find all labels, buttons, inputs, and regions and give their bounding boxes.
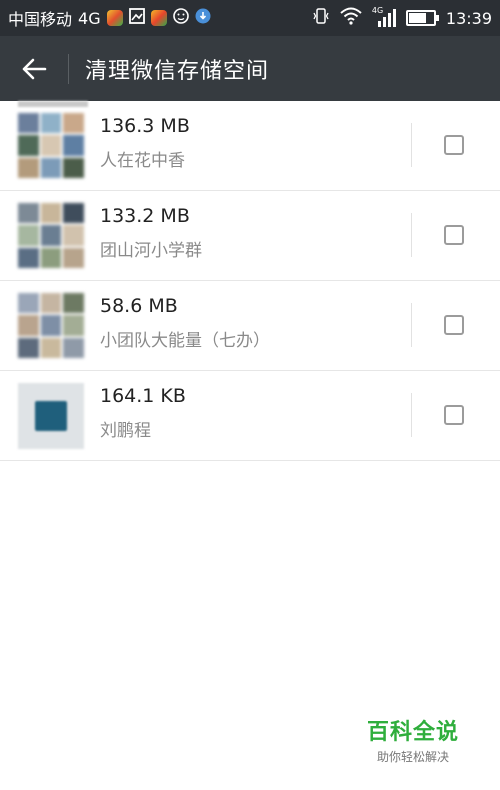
select-checkbox[interactable] [444,315,464,335]
select-checkbox[interactable] [444,135,464,155]
battery-level [408,13,426,23]
row-divider [411,123,412,167]
storage-size: 58.6 MB [100,295,178,317]
select-checkbox[interactable] [444,405,464,425]
chat-name: 小团队大能量（七办） [100,331,270,351]
item-meta: 58.6 MB 小团队大能量（七办） [100,295,270,351]
wifi-icon [340,7,362,29]
contact-avatar [18,382,84,449]
app-bar: 清理微信存储空间 [0,36,500,101]
list-item[interactable]: 136.3 MB 人在花中香 [0,101,500,191]
list-item[interactable]: 133.2 MB 团山河小学群 [0,191,500,281]
item-meta: 164.1 KB 刘鹏程 [100,385,186,441]
status-bar-left: 中国移动 4G [8,6,211,30]
group-avatar [18,202,84,269]
storage-size: 133.2 MB [100,205,190,227]
carrier-label: 中国移动 [8,10,73,29]
download-notification-icon [195,8,211,28]
page-title: 清理微信存储空间 [85,58,270,84]
clock: 13:39 [445,8,492,28]
status-bar: 中国移动 4G 4G 13:39 [0,0,500,36]
select-checkbox[interactable] [444,225,464,245]
status-bar-right: 4G 13:39 [312,6,492,29]
app-notification-icon-2 [150,10,167,26]
chat-name: 刘鹏程 [100,421,151,441]
group-avatar [18,292,84,359]
arrow-left-icon [22,58,47,79]
row-divider [411,393,412,437]
group-avatar [18,112,84,179]
app-notification-icon [106,10,123,26]
list-item[interactable]: 58.6 MB 小团队大能量（七办） [0,281,500,371]
chat-name: 团山河小学群 [100,241,202,261]
watermark-subtitle: 助你轻松解决 [376,750,449,764]
vibrate-icon [312,7,330,29]
storage-size: 164.1 KB [100,385,186,407]
watermark-title: 百科全说 [366,720,459,745]
item-meta: 136.3 MB 人在花中香 [100,115,190,171]
cellular-signal-icon: 4G [372,6,396,27]
face-notification-icon [172,8,189,28]
chat-storage-list: 136.3 MB 人在花中香 133.2 MB 团山河小学群 58.6 MB 小… [0,101,500,461]
row-divider [411,213,412,257]
app-bar-divider [68,53,69,84]
battery-icon [405,10,439,26]
avatar-image [35,400,67,431]
watermark: 百科全说 助你轻松解决 [358,714,468,765]
item-meta: 133.2 MB 团山河小学群 [100,205,202,261]
list-item[interactable]: 164.1 KB 刘鹏程 [0,371,500,461]
row-divider [411,303,412,347]
back-button[interactable] [0,36,68,101]
storage-size: 136.3 MB [100,115,190,137]
image-notification-icon [128,8,145,28]
network-label: 4G [78,8,101,28]
chat-name: 人在花中香 [100,151,185,171]
